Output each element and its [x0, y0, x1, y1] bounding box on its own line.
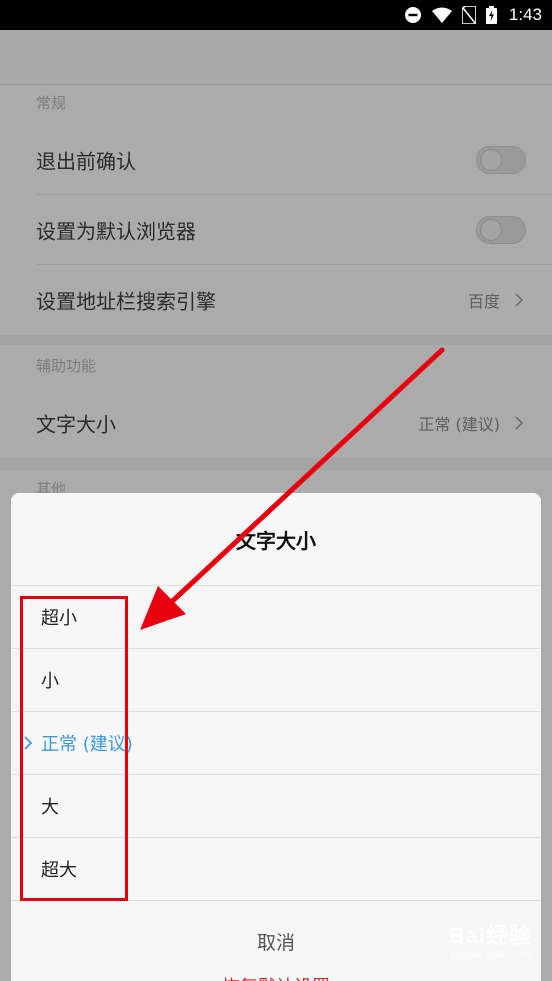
restore-defaults-peek: 恢复默认设置	[0, 961, 552, 981]
text-size-dialog: 文字大小 超小 小 正常 (建议) 大 超大 取消	[11, 493, 541, 981]
option-large[interactable]: 大	[11, 774, 541, 837]
option-label: 大	[41, 797, 59, 818]
setting-default-browser[interactable]: 设置为默认浏览器	[0, 195, 552, 265]
section-gap	[0, 335, 552, 345]
toggle-knob	[480, 219, 502, 241]
battery-charging-icon	[485, 6, 497, 24]
option-label: 超小	[41, 608, 77, 629]
option-extra-small[interactable]: 超小	[11, 585, 541, 648]
section-label-general: 常规	[36, 94, 67, 112]
setting-label: 设置为默认浏览器	[36, 219, 196, 244]
do-not-disturb-icon	[404, 6, 422, 24]
wifi-icon	[431, 7, 452, 23]
status-bar: 1:43	[0, 0, 552, 30]
selected-chevron-icon	[24, 736, 33, 750]
option-normal[interactable]: 正常 (建议)	[11, 711, 541, 774]
confirm-exit-toggle[interactable]	[476, 146, 526, 174]
dialog-title: 文字大小	[236, 528, 316, 553]
option-label: 正常 (建议)	[41, 734, 133, 755]
option-label: 小	[41, 671, 59, 692]
watermark-sub: jingyan.baidu.com	[451, 950, 532, 961]
watermark-main: Bai经验	[448, 923, 532, 948]
default-browser-toggle[interactable]	[476, 216, 526, 244]
no-sim-icon	[461, 6, 476, 24]
toggle-knob	[480, 149, 502, 171]
option-label: 超大	[41, 860, 77, 881]
chevron-right-icon	[515, 293, 524, 307]
setting-confirm-exit[interactable]: 退出前确认	[0, 125, 552, 195]
option-small[interactable]: 小	[11, 648, 541, 711]
setting-text-size[interactable]: 文字大小 正常 (建议)	[0, 388, 552, 458]
restore-defaults-label: 恢复默认设置	[0, 973, 552, 981]
setting-value: 正常 (建议)	[418, 415, 500, 434]
setting-label: 设置地址栏搜索引擎	[36, 289, 216, 314]
option-extra-large[interactable]: 超大	[11, 837, 541, 900]
clock: 1:43	[508, 5, 542, 24]
app-bar	[0, 30, 552, 85]
section-gap	[0, 458, 552, 470]
setting-label: 退出前确认	[36, 149, 136, 174]
setting-label: 文字大小	[36, 412, 116, 437]
baidu-watermark: Bai经验 jingyan.baidu.com	[449, 918, 532, 961]
setting-value: 百度	[467, 292, 500, 311]
section-label-accessibility: 辅助功能	[36, 357, 97, 375]
setting-search-engine[interactable]: 设置地址栏搜索引擎 百度	[0, 265, 552, 335]
chevron-right-icon	[515, 416, 524, 430]
